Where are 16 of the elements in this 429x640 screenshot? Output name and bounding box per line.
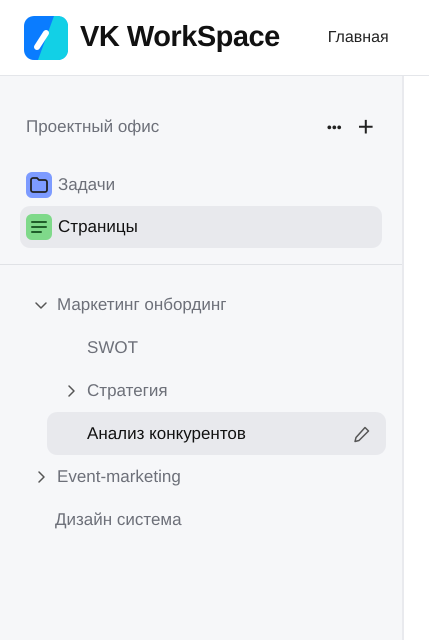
logo-text: VK WorkSpace	[80, 20, 280, 55]
sidebar-title: Проектный офис	[26, 116, 160, 138]
list-icon	[26, 214, 52, 240]
tree-item[interactable]: Анализ конкурентов	[47, 412, 386, 455]
sidebar-item[interactable]: Страницы	[20, 206, 382, 248]
add-button[interactable]: +	[350, 113, 382, 141]
logo-icon	[24, 16, 68, 60]
tree-item[interactable]: Стратегия	[47, 369, 386, 412]
folder-icon	[26, 172, 52, 198]
sidebar-item[interactable]: Задачи	[20, 164, 382, 206]
nav-link[interactable]: Главная	[328, 26, 389, 50]
tree-item[interactable]: Event-marketing	[20, 455, 386, 498]
more-button[interactable]: •••	[318, 120, 350, 134]
tree-item[interactable]: Маркетинг онбординг	[20, 283, 386, 326]
tree-item[interactable]: SWOT	[47, 326, 386, 369]
tree-item[interactable]: Дизайн система	[20, 498, 386, 541]
